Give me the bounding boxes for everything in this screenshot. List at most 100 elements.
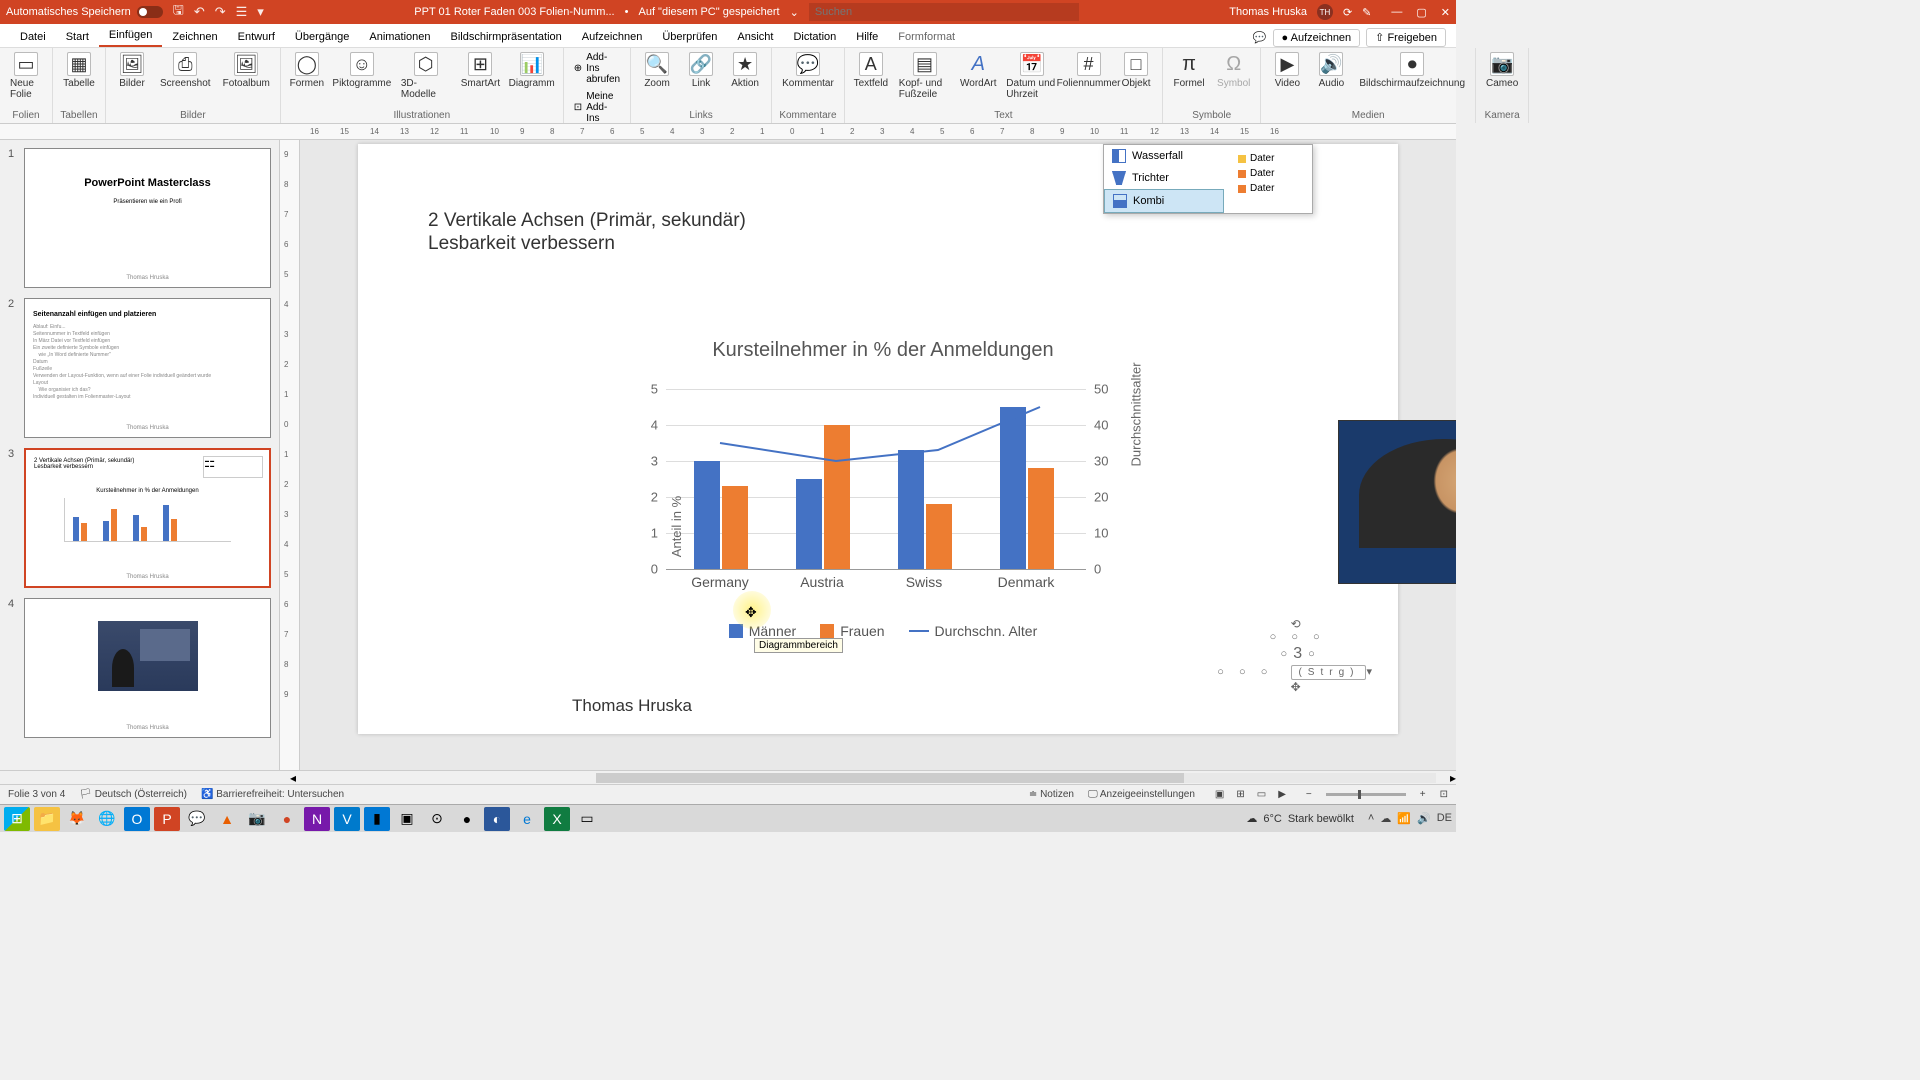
tab-animationen[interactable]: Animationen: [359, 27, 440, 47]
language-indicator[interactable]: 🏳 Deutsch (Österreich): [79, 789, 187, 800]
tab-start[interactable]: Start: [56, 27, 99, 47]
chart-type-kombi[interactable]: Kombi: [1104, 189, 1224, 213]
tab-einfuegen[interactable]: Einfügen: [99, 25, 162, 47]
kommentar-button[interactable]: 💬Kommentar: [778, 50, 838, 91]
tab-ueberpruefen[interactable]: Überprüfen: [652, 27, 727, 47]
slide-heading-1[interactable]: 2 Vertikale Achsen (Primär, sekundär): [428, 210, 746, 232]
tab-uebergaenge[interactable]: Übergänge: [285, 27, 359, 47]
taskbar-chrome-icon[interactable]: 🌐: [94, 807, 120, 831]
addins-abrufen-button[interactable]: ⊕Add-Ins abrufen: [570, 50, 624, 87]
scrollbar-thumb[interactable]: [596, 773, 1184, 783]
tab-dictation[interactable]: Dictation: [783, 27, 846, 47]
taskbar-app2-icon[interactable]: 📷: [244, 807, 270, 831]
taskbar-onenote-icon[interactable]: N: [304, 807, 330, 831]
autosave-control[interactable]: Automatisches Speichern: [6, 6, 163, 18]
chart-type-popup[interactable]: Wasserfall Trichter Kombi Dater Dater Da…: [1103, 144, 1313, 214]
close-icon[interactable]: ✕: [1441, 6, 1450, 19]
bilder-button[interactable]: 🖼Bilder: [112, 50, 152, 91]
system-tray[interactable]: ˄ ☁ 📶 🔊 DE: [1368, 812, 1452, 825]
3d-modelle-button[interactable]: ⬡3D- Modelle: [397, 50, 454, 102]
coming-soon-icon[interactable]: ✎: [1362, 6, 1371, 19]
horizontal-scrollbar[interactable]: ◂ ▸: [0, 770, 1456, 784]
slide-canvas[interactable]: 2 Vertikale Achsen (Primär, sekundär) Le…: [358, 144, 1398, 734]
tray-chevron-icon[interactable]: ˄: [1368, 812, 1374, 825]
datum-uhrzeit-button[interactable]: 📅Datum und Uhrzeit: [1002, 50, 1061, 102]
formen-button[interactable]: ◯Formen: [287, 50, 327, 91]
sync-icon[interactable]: ⟳: [1343, 6, 1352, 19]
bildschirmaufz-button[interactable]: ⏺Bildschirmaufzeichnung: [1355, 50, 1469, 91]
taskbar-app5-icon[interactable]: ▣: [394, 807, 420, 831]
slide-thumbnail-panel[interactable]: 1 PowerPoint Masterclass Präsentieren wi…: [0, 140, 280, 770]
tab-datei[interactable]: Datei: [10, 27, 56, 47]
piktogramme-button[interactable]: ☺Piktogramme: [331, 50, 393, 91]
fit-icon[interactable]: ⊡: [1440, 789, 1448, 800]
slide-thumbnail-3[interactable]: 2 Vertikale Achsen (Primär, sekundär) Le…: [24, 448, 271, 588]
tray-volume-icon[interactable]: 🔊: [1417, 812, 1431, 825]
taskbar-vscode-icon[interactable]: V: [334, 807, 360, 831]
slide-heading-2[interactable]: Lesbarkeit verbessern: [428, 233, 615, 255]
taskbar-app4-icon[interactable]: ▮: [364, 807, 390, 831]
webcam-overlay[interactable]: [1338, 420, 1456, 584]
slide-editor[interactable]: 2 Vertikale Achsen (Primär, sekundär) Le…: [300, 140, 1456, 770]
slide-counter[interactable]: Folie 3 von 4: [8, 789, 65, 800]
view-buttons[interactable]: ▣⊞▭▶: [1209, 789, 1292, 800]
tray-wifi-icon[interactable]: 📶: [1397, 812, 1411, 825]
taskbar-app-icon[interactable]: 💬: [184, 807, 210, 831]
minimize-icon[interactable]: —: [1391, 6, 1402, 19]
maximize-icon[interactable]: ▢: [1416, 6, 1426, 19]
zoom-out-icon[interactable]: −: [1306, 789, 1312, 800]
video-button[interactable]: ▶Video: [1267, 50, 1307, 91]
slide-thumbnail-2[interactable]: Seitenanzahl einfügen und platzieren Abl…: [24, 298, 271, 438]
aufzeichnen-button[interactable]: ● Aufzeichnen: [1273, 29, 1361, 47]
neue-folie-button[interactable]: ▭Neue Folie: [6, 50, 46, 102]
windows-taskbar[interactable]: ⊞ 📁 🦊 🌐 O P 💬 ▲ 📷 ● N V ▮ ▣ ⊙ ● ◐ e X ▭ …: [0, 804, 1456, 832]
notizen-button[interactable]: ≐ Notizen: [1029, 789, 1074, 800]
smartart-button[interactable]: ⊞SmartArt: [458, 50, 502, 91]
foliennummer-button[interactable]: #Foliennummer: [1065, 50, 1112, 91]
formel-button[interactable]: πFormel: [1169, 50, 1209, 91]
textfeld-button[interactable]: ATextfeld: [851, 50, 891, 91]
move-handle-icon[interactable]: ✥: [1217, 680, 1378, 694]
undo-icon[interactable]: ↶: [194, 4, 205, 20]
slide-thumbnail-1[interactable]: PowerPoint Masterclass Präsentieren wie …: [24, 148, 271, 288]
touch-mode-icon[interactable]: ☰: [236, 4, 248, 20]
taskbar-powerpoint-icon[interactable]: P: [154, 807, 180, 831]
accessibility-indicator[interactable]: ♿ Barrierefreiheit: Untersuchen: [201, 789, 344, 800]
wordart-button[interactable]: AWordArt: [958, 50, 998, 91]
chart-type-trichter[interactable]: Trichter: [1104, 167, 1224, 189]
weather-widget[interactable]: ☁ 6°C Stark bewölkt: [1246, 812, 1354, 825]
tab-hilfe[interactable]: Hilfe: [846, 27, 888, 47]
autosave-toggle[interactable]: [137, 6, 163, 18]
tab-aufzeichnen[interactable]: Aufzeichnen: [572, 27, 653, 47]
tab-zeichnen[interactable]: Zeichnen: [162, 27, 227, 47]
slide-number-widget[interactable]: ⟲ ○ ○ ○ ○3○ ○ ○ ○ (Strg)▾ ✥: [1217, 617, 1378, 694]
tab-entwurf[interactable]: Entwurf: [228, 27, 285, 47]
taskbar-firefox-icon[interactable]: 🦊: [64, 807, 90, 831]
taskbar-excel-icon[interactable]: X: [544, 807, 570, 831]
taskbar-app9-icon[interactable]: ▭: [574, 807, 600, 831]
kopf-fuss-button[interactable]: ▤Kopf- und Fußzeile: [895, 50, 954, 102]
zoom-in-icon[interactable]: +: [1420, 789, 1426, 800]
anzeige-button[interactable]: 🖵 Anzeigeeinstellungen: [1088, 789, 1195, 800]
slide-thumbnail-4[interactable]: Thomas Hruska: [24, 598, 271, 738]
rotate-handle-icon[interactable]: ⟲: [1217, 617, 1378, 631]
tray-lang-icon[interactable]: DE: [1437, 812, 1452, 825]
link-button[interactable]: 🔗Link: [681, 50, 721, 91]
freigeben-button[interactable]: ⇧ Freigeben: [1366, 28, 1446, 47]
chart-object[interactable]: Kursteilnehmer in % der Anmeldungen 0 1 …: [618, 339, 1148, 639]
aktion-button[interactable]: ★Aktion: [725, 50, 765, 91]
audio-button[interactable]: 🔊Audio: [1311, 50, 1351, 91]
zoom-button[interactable]: 🔍Zoom: [637, 50, 677, 91]
taskbar-vlc-icon[interactable]: ▲: [214, 807, 240, 831]
taskbar-explorer-icon[interactable]: 📁: [34, 807, 60, 831]
cameo-button[interactable]: 📷Cameo: [1482, 50, 1522, 91]
tab-bildschirm[interactable]: Bildschirmpräsentation: [441, 27, 572, 47]
paste-options-button[interactable]: (Strg): [1291, 665, 1366, 680]
tray-onedrive-icon[interactable]: ☁: [1380, 812, 1391, 825]
diagramm-button[interactable]: 📊Diagramm: [507, 50, 557, 91]
screenshot-button[interactable]: ⎙Screenshot: [156, 50, 215, 91]
taskbar-app6-icon[interactable]: ⊙: [424, 807, 450, 831]
symbol-button[interactable]: ΩSymbol: [1213, 50, 1254, 91]
filename[interactable]: PPT 01 Roter Faden 003 Folien-Numm...: [414, 6, 614, 18]
search-input[interactable]: [809, 3, 1079, 21]
